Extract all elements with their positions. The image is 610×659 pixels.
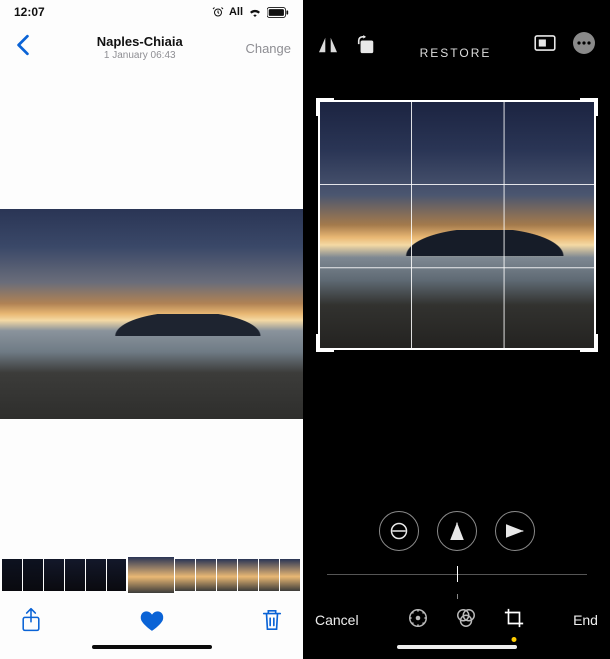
filmstrip-thumb[interactable] — [175, 559, 195, 591]
filmstrip-thumb[interactable] — [238, 559, 258, 591]
wifi-icon — [248, 7, 262, 17]
change-button[interactable]: Change — [243, 37, 293, 60]
editor-bottom-bar: Cancel End — [303, 595, 610, 645]
filmstrip-thumb[interactable] — [107, 559, 127, 591]
vertical-perspective-button[interactable] — [437, 511, 477, 551]
filmstrip-thumb[interactable] — [259, 559, 279, 591]
flip-vertical-icon — [448, 521, 466, 541]
cancel-button[interactable]: Cancel — [315, 612, 359, 628]
filmstrip-thumb[interactable] — [86, 559, 106, 591]
photo-viewer-pane: 12:07 All Naples-Chiaia 1 January 06:43 … — [0, 0, 303, 659]
status-indicators: All — [212, 6, 289, 18]
aspect-ratio-icon — [534, 35, 556, 51]
crop-handle-br[interactable] — [580, 334, 598, 352]
flip-horizontal-button[interactable] — [317, 36, 339, 59]
straighten-button[interactable] — [379, 511, 419, 551]
status-bar: 12:07 All — [0, 0, 303, 24]
filmstrip-thumb[interactable] — [2, 559, 22, 591]
crop-grid — [318, 100, 596, 350]
straighten-icon — [389, 521, 409, 541]
perspective-icon — [505, 522, 525, 540]
filmstrip-thumb[interactable] — [44, 559, 64, 591]
filmstrip-thumb[interactable] — [23, 559, 43, 591]
editor-top-bar: RESTORE — [303, 0, 610, 70]
battery-icon — [267, 7, 289, 18]
filmstrip-thumb-selected[interactable] — [128, 557, 174, 593]
back-chevron-icon — [16, 34, 30, 56]
crop-handle-bl[interactable] — [316, 334, 334, 352]
crop-tab[interactable] — [503, 607, 525, 634]
filmstrip-thumb[interactable] — [196, 559, 216, 591]
home-indicator[interactable] — [303, 645, 610, 659]
editor-canvas[interactable] — [303, 70, 610, 507]
filmstrip-thumb[interactable] — [217, 559, 237, 591]
done-button[interactable]: End — [573, 612, 598, 628]
more-icon — [572, 31, 596, 55]
filters-tab[interactable] — [455, 607, 477, 634]
home-indicator[interactable] — [0, 645, 303, 659]
alarm-icon — [212, 6, 224, 18]
crop-handle-tl[interactable] — [316, 98, 334, 116]
restore-button[interactable]: RESTORE — [420, 46, 492, 60]
filmstrip-thumb[interactable] — [65, 559, 85, 591]
delete-button[interactable] — [261, 608, 283, 632]
status-time: 12:07 — [14, 5, 45, 19]
title-block: Naples-Chiaia 1 January 06:43 — [36, 35, 243, 61]
trash-icon — [261, 608, 283, 632]
share-button[interactable] — [20, 607, 42, 633]
adjust-icon — [407, 607, 429, 629]
crop-frame[interactable] — [318, 100, 596, 350]
filmstrip-thumb[interactable] — [280, 559, 300, 591]
photo-viewport[interactable] — [0, 72, 303, 555]
flip-horizontal-icon — [317, 36, 339, 54]
photo-location: Naples-Chiaia — [36, 35, 243, 49]
photo-image — [0, 209, 303, 419]
crop-icon — [503, 607, 525, 629]
bottom-toolbar — [0, 595, 303, 645]
crop-handle-tr[interactable] — [580, 98, 598, 116]
top-bar: Naples-Chiaia 1 January 06:43 Change — [0, 24, 303, 72]
aspect-ratio-button[interactable] — [534, 35, 556, 56]
favorite-button[interactable] — [139, 608, 165, 632]
rotate-button[interactable] — [355, 35, 377, 60]
adjust-tab[interactable] — [407, 607, 429, 634]
more-button[interactable] — [572, 31, 596, 60]
photo-editor-pane: RESTORE — [303, 0, 610, 659]
filmstrip[interactable] — [0, 555, 303, 595]
angle-ruler[interactable] — [303, 559, 610, 589]
editor-controls — [303, 507, 610, 595]
share-icon — [20, 607, 42, 633]
horizontal-perspective-button[interactable] — [495, 511, 535, 551]
heart-icon — [139, 608, 165, 632]
rotate-icon — [355, 35, 377, 55]
photo-timestamp: 1 January 06:43 — [36, 50, 243, 61]
network-label: All — [229, 6, 243, 18]
filters-icon — [455, 607, 477, 629]
back-button[interactable] — [10, 30, 36, 67]
